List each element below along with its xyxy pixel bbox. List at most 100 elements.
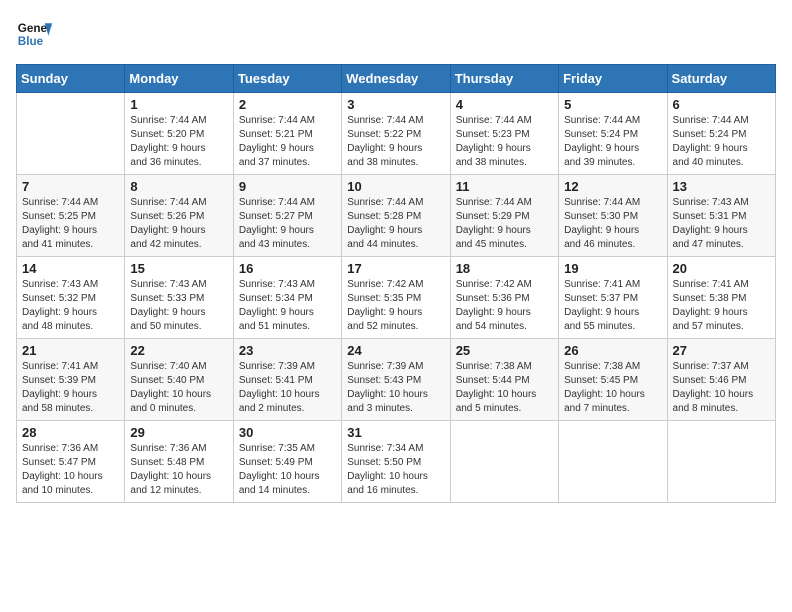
- page-header: General Blue: [16, 16, 776, 52]
- day-number: 16: [239, 261, 336, 276]
- calendar-cell: 10 Sunrise: 7:44 AMSunset: 5:28 PMDayligh…: [342, 175, 450, 257]
- day-of-week-header: Monday: [125, 65, 233, 93]
- day-of-week-header: Sunday: [17, 65, 125, 93]
- day-number: 15: [130, 261, 227, 276]
- calendar-cell: 14 Sunrise: 7:43 AMSunset: 5:32 PMDayligh…: [17, 257, 125, 339]
- day-info: Sunrise: 7:44 AMSunset: 5:22 PMDaylight:…: [347, 114, 444, 170]
- day-info: Sunrise: 7:44 AMSunset: 5:29 PMDaylight:…: [456, 196, 553, 252]
- calendar-cell: 6 Sunrise: 7:44 AMSunset: 5:24 PMDaylight…: [667, 93, 775, 175]
- day-info: Sunrise: 7:36 AMSunset: 5:47 PMDaylight:…: [22, 442, 119, 498]
- calendar-cell: 4 Sunrise: 7:44 AMSunset: 5:23 PMDaylight…: [450, 93, 558, 175]
- calendar-cell: 15 Sunrise: 7:43 AMSunset: 5:33 PMDayligh…: [125, 257, 233, 339]
- day-info: Sunrise: 7:44 AMSunset: 5:26 PMDaylight:…: [130, 196, 227, 252]
- day-number: 1: [130, 97, 227, 112]
- day-info: Sunrise: 7:39 AMSunset: 5:43 PMDaylight:…: [347, 360, 444, 416]
- calendar-cell: 2 Sunrise: 7:44 AMSunset: 5:21 PMDaylight…: [233, 93, 341, 175]
- day-info: Sunrise: 7:44 AMSunset: 5:25 PMDaylight:…: [22, 196, 119, 252]
- calendar-week-row: 1 Sunrise: 7:44 AMSunset: 5:20 PMDaylight…: [17, 93, 776, 175]
- day-of-week-header: Tuesday: [233, 65, 341, 93]
- day-info: Sunrise: 7:35 AMSunset: 5:49 PMDaylight:…: [239, 442, 336, 498]
- day-number: 22: [130, 343, 227, 358]
- day-number: 3: [347, 97, 444, 112]
- calendar-cell: 28 Sunrise: 7:36 AMSunset: 5:47 PMDayligh…: [17, 421, 125, 503]
- day-number: 28: [22, 425, 119, 440]
- day-number: 30: [239, 425, 336, 440]
- day-number: 10: [347, 179, 444, 194]
- calendar-cell: 9Sunrise: 7:44 AMSunset: 5:27 PMDaylight…: [233, 175, 341, 257]
- day-number: 17: [347, 261, 444, 276]
- day-info: Sunrise: 7:41 AMSunset: 5:37 PMDaylight:…: [564, 278, 661, 334]
- day-info: Sunrise: 7:43 AMSunset: 5:33 PMDaylight:…: [130, 278, 227, 334]
- calendar-cell: 27 Sunrise: 7:37 AMSunset: 5:46 PMDayligh…: [667, 339, 775, 421]
- day-info: Sunrise: 7:44 AMSunset: 5:30 PMDaylight:…: [564, 196, 661, 252]
- day-number: 5: [564, 97, 661, 112]
- day-number: 24: [347, 343, 444, 358]
- calendar-cell: [667, 421, 775, 503]
- calendar-cell: [559, 421, 667, 503]
- day-info: Sunrise: 7:44 AMSunset: 5:21 PMDaylight:…: [239, 114, 336, 170]
- day-info: Sunrise: 7:44 AMSunset: 5:23 PMDaylight:…: [456, 114, 553, 170]
- day-number: 14: [22, 261, 119, 276]
- day-of-week-header: Saturday: [667, 65, 775, 93]
- calendar-cell: 17 Sunrise: 7:42 AMSunset: 5:35 PMDayligh…: [342, 257, 450, 339]
- day-of-week-header: Wednesday: [342, 65, 450, 93]
- day-info: Sunrise: 7:39 AMSunset: 5:41 PMDaylight:…: [239, 360, 336, 416]
- calendar-cell: 18Sunrise: 7:42 AMSunset: 5:36 PMDayligh…: [450, 257, 558, 339]
- day-info: Sunrise: 7:44 AMSunset: 5:24 PMDaylight:…: [673, 114, 770, 170]
- calendar-cell: 21Sunrise: 7:41 AMSunset: 5:39 PMDayligh…: [17, 339, 125, 421]
- calendar-week-row: 14 Sunrise: 7:43 AMSunset: 5:32 PMDayligh…: [17, 257, 776, 339]
- calendar-header-row: SundayMondayTuesdayWednesdayThursdayFrid…: [17, 65, 776, 93]
- day-info: Sunrise: 7:38 AMSunset: 5:44 PMDaylight:…: [456, 360, 553, 416]
- day-number: 29: [130, 425, 227, 440]
- calendar-cell: 11 Sunrise: 7:44 AMSunset: 5:29 PMDayligh…: [450, 175, 558, 257]
- day-number: 4: [456, 97, 553, 112]
- calendar-cell: 5 Sunrise: 7:44 AMSunset: 5:24 PMDaylight…: [559, 93, 667, 175]
- day-number: 26: [564, 343, 661, 358]
- calendar-cell: 19 Sunrise: 7:41 AMSunset: 5:37 PMDayligh…: [559, 257, 667, 339]
- calendar-cell: 1 Sunrise: 7:44 AMSunset: 5:20 PMDaylight…: [125, 93, 233, 175]
- calendar-cell: 23Sunrise: 7:39 AMSunset: 5:41 PMDayligh…: [233, 339, 341, 421]
- day-number: 11: [456, 179, 553, 194]
- day-info: Sunrise: 7:37 AMSunset: 5:46 PMDaylight:…: [673, 360, 770, 416]
- calendar-week-row: 7 Sunrise: 7:44 AMSunset: 5:25 PMDaylight…: [17, 175, 776, 257]
- calendar-cell: 20Sunrise: 7:41 AMSunset: 5:38 PMDayligh…: [667, 257, 775, 339]
- day-of-week-header: Thursday: [450, 65, 558, 93]
- calendar-cell: 24 Sunrise: 7:39 AMSunset: 5:43 PMDayligh…: [342, 339, 450, 421]
- day-info: Sunrise: 7:40 AMSunset: 5:40 PMDaylight:…: [130, 360, 227, 416]
- day-info: Sunrise: 7:36 AMSunset: 5:48 PMDaylight:…: [130, 442, 227, 498]
- calendar-cell: 3 Sunrise: 7:44 AMSunset: 5:22 PMDaylight…: [342, 93, 450, 175]
- day-number: 7: [22, 179, 119, 194]
- calendar-cell: 7 Sunrise: 7:44 AMSunset: 5:25 PMDaylight…: [17, 175, 125, 257]
- calendar-cell: 31Sunrise: 7:34 AMSunset: 5:50 PMDayligh…: [342, 421, 450, 503]
- day-info: Sunrise: 7:38 AMSunset: 5:45 PMDaylight:…: [564, 360, 661, 416]
- day-number: 19: [564, 261, 661, 276]
- day-number: 21: [22, 343, 119, 358]
- day-info: Sunrise: 7:44 AMSunset: 5:24 PMDaylight:…: [564, 114, 661, 170]
- day-info: Sunrise: 7:34 AMSunset: 5:50 PMDaylight:…: [347, 442, 444, 498]
- calendar-table: SundayMondayTuesdayWednesdayThursdayFrid…: [16, 64, 776, 503]
- logo: General Blue: [16, 16, 52, 52]
- calendar-cell: 12Sunrise: 7:44 AMSunset: 5:30 PMDayligh…: [559, 175, 667, 257]
- day-number: 9: [239, 179, 336, 194]
- day-number: 8: [130, 179, 227, 194]
- calendar-cell: [17, 93, 125, 175]
- calendar-cell: 30 Sunrise: 7:35 AMSunset: 5:49 PMDayligh…: [233, 421, 341, 503]
- calendar-week-row: 21Sunrise: 7:41 AMSunset: 5:39 PMDayligh…: [17, 339, 776, 421]
- day-of-week-header: Friday: [559, 65, 667, 93]
- day-info: Sunrise: 7:42 AMSunset: 5:35 PMDaylight:…: [347, 278, 444, 334]
- day-info: Sunrise: 7:44 AMSunset: 5:28 PMDaylight:…: [347, 196, 444, 252]
- day-number: 6: [673, 97, 770, 112]
- calendar-cell: 16 Sunrise: 7:43 AMSunset: 5:34 PMDayligh…: [233, 257, 341, 339]
- day-info: Sunrise: 7:43 AMSunset: 5:32 PMDaylight:…: [22, 278, 119, 334]
- day-number: 27: [673, 343, 770, 358]
- calendar-cell: 13Sunrise: 7:43 AMSunset: 5:31 PMDayligh…: [667, 175, 775, 257]
- calendar-cell: 8 Sunrise: 7:44 AMSunset: 5:26 PMDaylight…: [125, 175, 233, 257]
- day-info: Sunrise: 7:43 AMSunset: 5:34 PMDaylight:…: [239, 278, 336, 334]
- day-number: 2: [239, 97, 336, 112]
- calendar-cell: 22 Sunrise: 7:40 AMSunset: 5:40 PMDayligh…: [125, 339, 233, 421]
- calendar-cell: 26 Sunrise: 7:38 AMSunset: 5:45 PMDayligh…: [559, 339, 667, 421]
- logo-icon: General Blue: [16, 16, 52, 52]
- calendar-cell: [450, 421, 558, 503]
- day-info: Sunrise: 7:44 AMSunset: 5:20 PMDaylight:…: [130, 114, 227, 170]
- day-number: 13: [673, 179, 770, 194]
